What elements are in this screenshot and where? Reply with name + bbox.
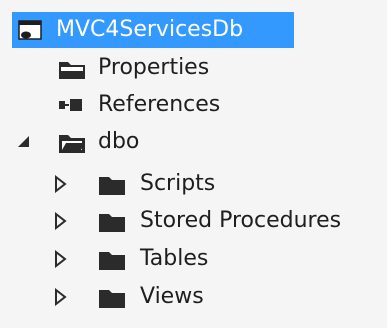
folder-icon [98,249,126,270]
folder-icon [98,174,126,195]
database-project-icon [18,19,42,41]
folder-icon [98,211,126,232]
scripts-label: Scripts [140,171,216,196]
tree-item-dbo[interactable]: dbo [14,124,139,160]
properties-folder-icon [58,58,86,79]
tree-item-views[interactable]: Views [54,279,204,315]
stored-procedures-label: Stored Procedures [140,208,342,233]
expanded-arrow-icon[interactable] [14,132,34,152]
tree-item-scripts[interactable]: Scripts [54,166,215,202]
references-label: References [98,92,221,117]
solution-explorer-tree: MVC4ServicesDb Properties References dbo… [0,0,387,328]
properties-label: Properties [98,55,210,80]
folder-icon [98,287,126,308]
collapsed-arrow-icon[interactable] [54,250,68,268]
collapsed-arrow-icon[interactable] [54,288,68,306]
tree-item-project[interactable]: MVC4ServicesDb [12,12,294,48]
tables-label: Tables [140,246,209,271]
tree-item-stored-procedures[interactable]: Stored Procedures [54,203,341,239]
collapsed-arrow-icon[interactable] [54,175,68,193]
tree-item-properties[interactable]: Properties [58,50,209,86]
tree-item-tables[interactable]: Tables [54,241,208,277]
dbo-label: dbo [98,129,140,154]
open-folder-icon [58,132,86,153]
tree-item-references[interactable]: References [58,87,220,123]
collapsed-arrow-icon[interactable] [54,212,68,230]
references-icon [58,98,86,112]
project-label: MVC4ServicesDb [56,17,244,42]
views-label: Views [140,284,204,309]
